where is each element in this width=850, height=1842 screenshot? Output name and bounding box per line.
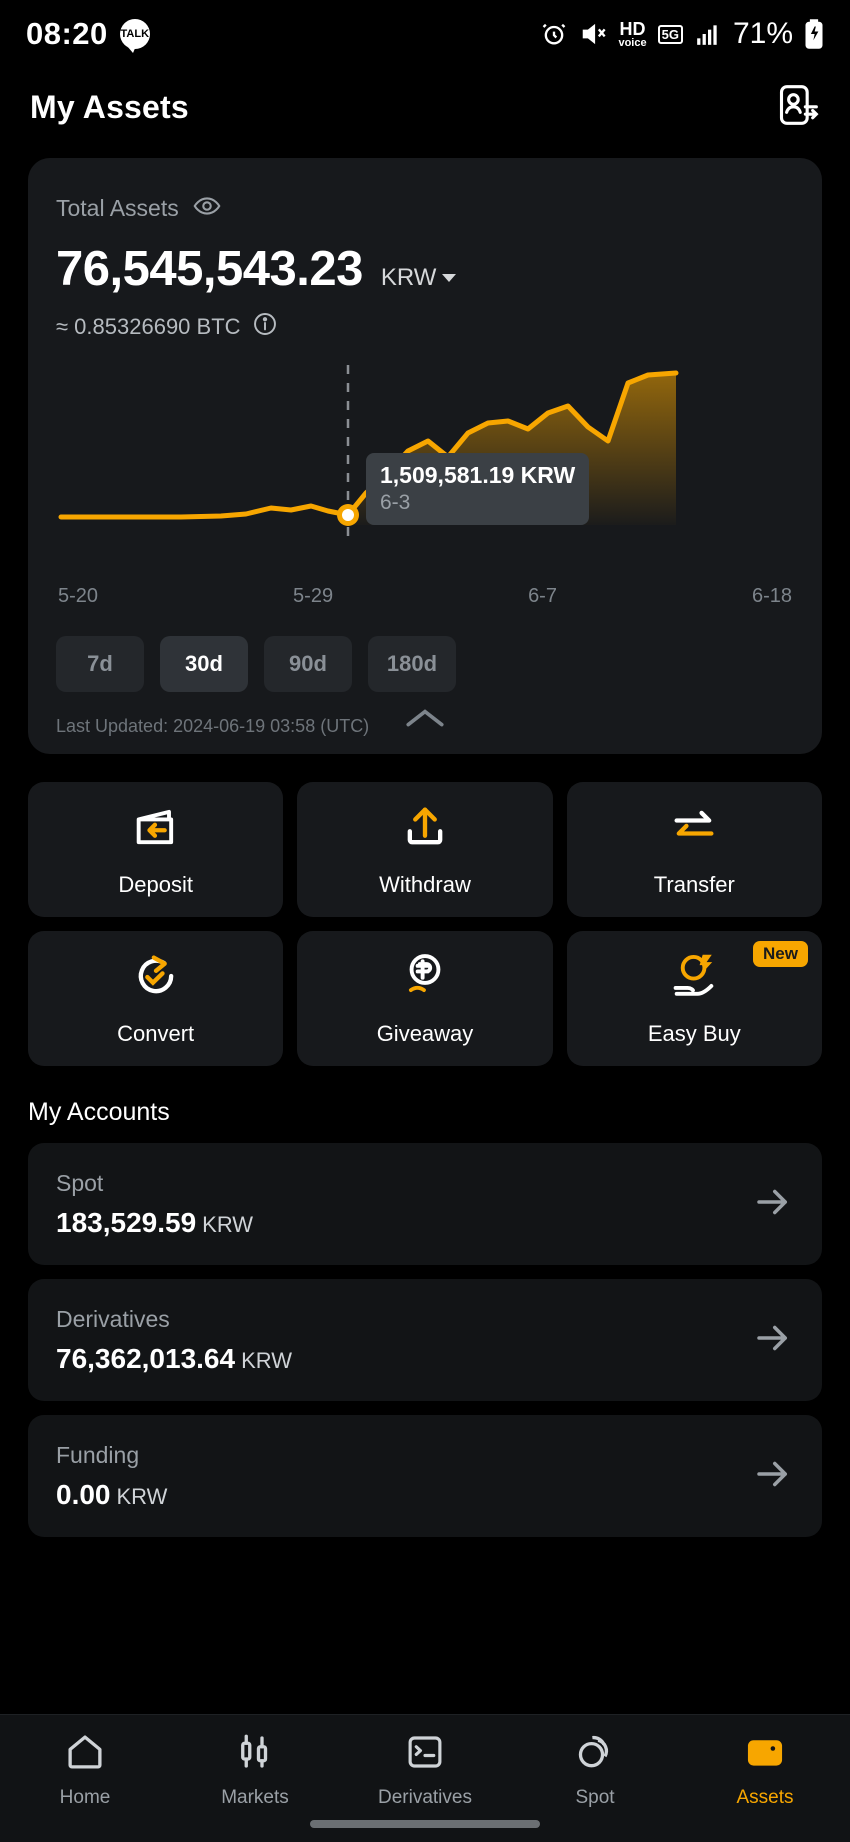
- account-currency: KRW: [202, 1211, 254, 1237]
- kakaotalk-icon: TALK: [119, 19, 150, 53]
- arrow-right-icon[interactable]: [752, 1317, 794, 1364]
- alarm-icon: [540, 20, 568, 48]
- collapse-card-button[interactable]: [28, 706, 822, 732]
- bottom-navigation: Home Markets Derivatives Spot Assets: [0, 1714, 850, 1842]
- action-label: Transfer: [653, 872, 735, 897]
- range-7d[interactable]: 7d: [56, 636, 144, 692]
- account-name: Derivatives: [56, 1305, 170, 1332]
- battery-percent: 71%: [732, 17, 793, 50]
- giveaway-gift-hand-icon: [399, 950, 451, 1007]
- account-value: 183,529.59: [56, 1206, 197, 1238]
- range-180d[interactable]: 180d: [368, 636, 456, 692]
- action-transfer[interactable]: Transfer: [566, 782, 822, 917]
- range-90d[interactable]: 90d: [264, 636, 352, 692]
- nav-label: Derivatives: [378, 1787, 472, 1808]
- assets-line-chart[interactable]: 1,509,581.19 KRW 6-3: [56, 365, 794, 575]
- eye-icon[interactable]: [193, 192, 221, 225]
- currency-selector[interactable]: KRW: [381, 264, 457, 292]
- action-withdraw[interactable]: Withdraw: [297, 782, 553, 917]
- page-title: My Assets: [30, 88, 189, 125]
- nav-label: Home: [59, 1787, 111, 1808]
- chart-point-inner: [342, 509, 354, 521]
- home-indicator: [310, 1820, 540, 1828]
- range-selector: 7d 30d 90d 180d: [56, 636, 794, 692]
- action-label: Convert: [117, 1021, 195, 1046]
- chevron-up-icon: [406, 709, 444, 727]
- signal-bars-icon: [694, 21, 722, 47]
- mute-icon: [579, 20, 607, 48]
- assets-wallet-icon: [744, 1731, 786, 1778]
- my-accounts-title: My Accounts: [28, 1098, 170, 1126]
- account-name: Funding: [56, 1441, 140, 1468]
- chart-x-axis: 5-20 5-29 6-7 6-18: [56, 585, 794, 608]
- derivatives-list-icon: [404, 1731, 446, 1778]
- account-currency: KRW: [116, 1483, 168, 1509]
- battery-charging-icon: [804, 19, 824, 49]
- account-value: 0.00: [56, 1478, 111, 1510]
- transfer-contact-icon[interactable]: [776, 83, 820, 132]
- network-5g-icon: 5G: [657, 24, 683, 44]
- new-badge: New: [753, 941, 808, 967]
- btc-equivalent: ≈ 0.85326690 BTC: [56, 314, 241, 339]
- status-bar: 08:20 TALK HD voice 5G 71%: [0, 0, 850, 68]
- account-value: 76,362,013.64: [56, 1342, 236, 1374]
- nav-item-markets[interactable]: Markets: [170, 1731, 340, 1809]
- quick-actions-grid: Deposit Withdraw Transfer Convert Giveaw…: [28, 782, 822, 1066]
- x-tick-1: 5-29: [293, 585, 334, 607]
- easy-buy-coin-hand-icon: [668, 950, 720, 1007]
- nav-item-home[interactable]: Home: [0, 1731, 170, 1809]
- nav-item-derivatives[interactable]: Derivatives: [340, 1731, 510, 1809]
- x-tick-3: 6-18: [751, 585, 792, 607]
- page-header: My Assets: [0, 68, 850, 146]
- total-assets-label: Total Assets: [56, 195, 179, 221]
- account-row-funding[interactable]: Funding 0.00 KRW: [28, 1415, 822, 1537]
- account-row-derivatives[interactable]: Derivatives 76,362,013.64 KRW: [28, 1279, 822, 1401]
- account-name: Spot: [56, 1169, 104, 1196]
- action-label: Giveaway: [376, 1021, 474, 1046]
- withdraw-upload-icon: [399, 801, 451, 858]
- hd-voice-icon: HD voice: [618, 18, 647, 49]
- chart-tooltip: 1,509,581.19 KRW 6-3: [366, 453, 590, 525]
- x-tick-2: 6-7: [528, 585, 557, 607]
- action-label: Easy Buy: [647, 1021, 741, 1046]
- status-time: 08:20: [26, 16, 108, 51]
- nav-item-spot[interactable]: Spot: [510, 1731, 680, 1809]
- info-icon[interactable]: [252, 311, 278, 343]
- nav-item-assets[interactable]: Assets: [680, 1731, 850, 1809]
- deposit-wallet-icon: [130, 801, 182, 858]
- transfer-arrows-icon: [668, 801, 720, 858]
- home-icon: [64, 1731, 106, 1778]
- action-label: Withdraw: [379, 872, 471, 897]
- nav-label: Spot: [575, 1787, 615, 1808]
- convert-refresh-icon: [130, 950, 182, 1007]
- arrow-right-icon[interactable]: [752, 1181, 794, 1228]
- action-label: Deposit: [118, 872, 193, 897]
- total-assets-card: Total Assets 76,545,543.23 KRW ≈ 0.85326…: [28, 158, 822, 754]
- account-currency: KRW: [241, 1347, 292, 1373]
- nav-label: Assets: [736, 1787, 794, 1808]
- tooltip-date: 6-3: [380, 491, 411, 514]
- nav-label: Markets: [221, 1787, 289, 1808]
- range-30d[interactable]: 30d: [160, 636, 248, 692]
- account-row-spot[interactable]: Spot 183,529.59 KRW: [28, 1143, 822, 1265]
- markets-candles-icon: [234, 1731, 276, 1778]
- action-giveaway[interactable]: Giveaway: [297, 931, 553, 1066]
- spot-circles-icon: [574, 1731, 616, 1778]
- action-convert[interactable]: Convert: [28, 931, 284, 1066]
- chevron-down-icon: [442, 274, 457, 282]
- app-screen: 08:20 TALK HD voice 5G 71% My Assets Tot…: [0, 0, 850, 1842]
- total-assets-amount: 76,545,543.23: [56, 242, 363, 296]
- currency-label: KRW: [380, 264, 437, 291]
- action-easy-buy[interactable]: New Easy Buy: [566, 931, 822, 1066]
- x-tick-0: 5-20: [58, 585, 99, 607]
- arrow-right-icon[interactable]: [752, 1453, 794, 1500]
- tooltip-value: 1,509,581.19 KRW: [380, 462, 576, 488]
- action-deposit[interactable]: Deposit: [28, 782, 284, 917]
